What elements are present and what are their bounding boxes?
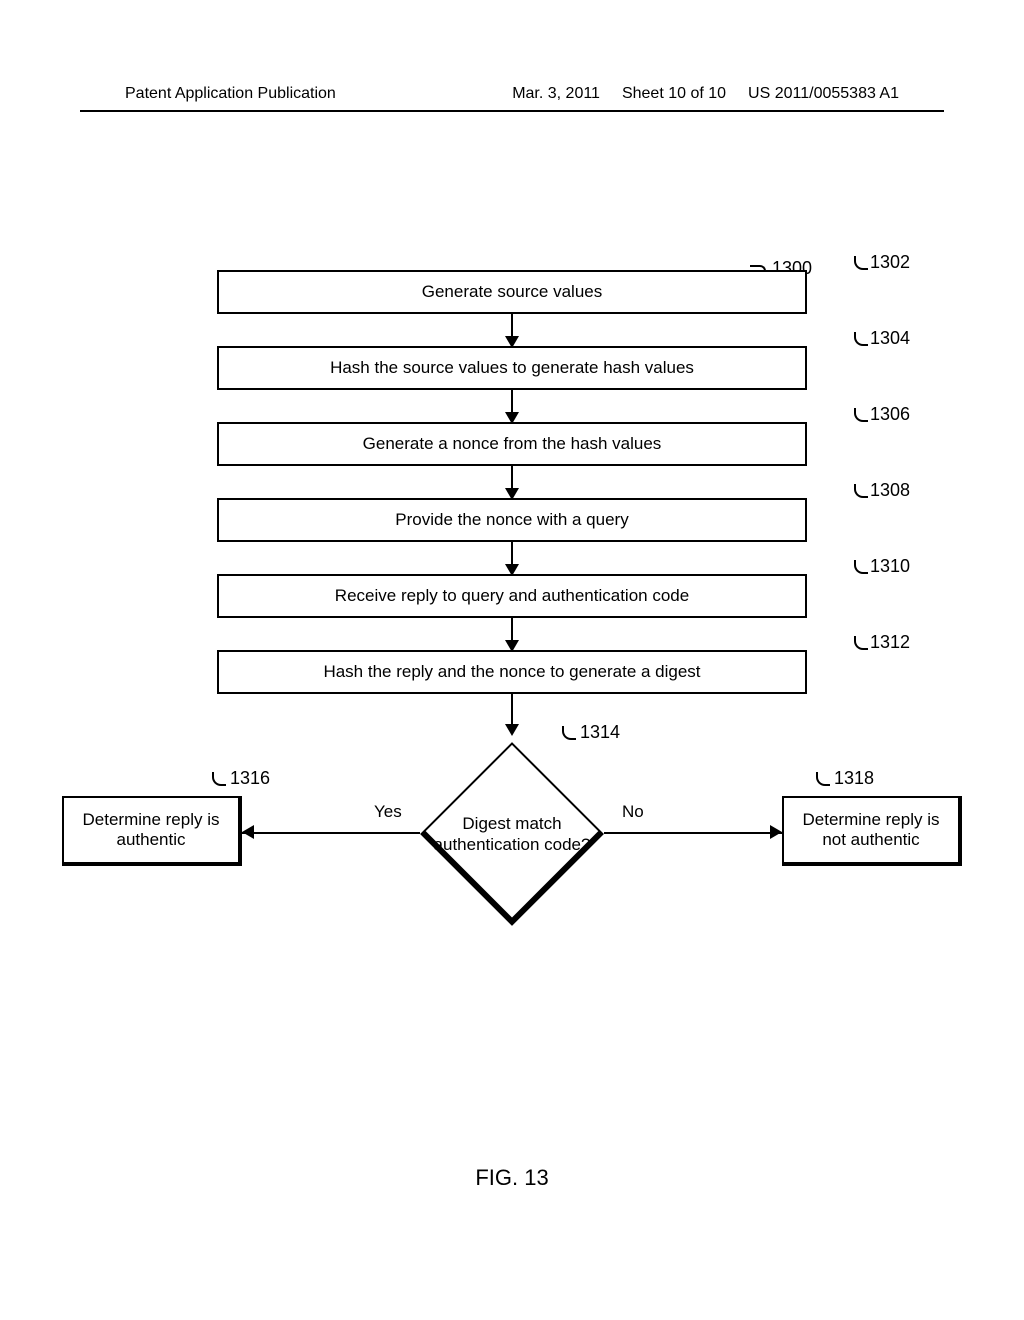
outcome-no: Determine reply is not authentic: [782, 796, 962, 866]
step-text: Receive reply to query and authenticatio…: [217, 574, 807, 618]
outcome-yes: Determine reply is authentic: [62, 796, 242, 866]
reference-1306: 1306: [854, 404, 910, 425]
connector-line: [242, 832, 420, 834]
step-box: Generate a nonce from the hash values 13…: [132, 422, 892, 466]
step-box: Hash the source values to generate hash …: [132, 346, 892, 390]
reference-1312: 1312: [854, 632, 910, 653]
decision-node: 1314 Digest match authentication code? Y…: [62, 734, 962, 934]
header-rule: [80, 110, 944, 112]
reference-1314: 1314: [562, 722, 620, 743]
reference-1308: 1308: [854, 480, 910, 501]
flowchart: 1300 Generate source values 1302 Hash th…: [0, 270, 1024, 934]
step-text: Provide the nonce with a query: [217, 498, 807, 542]
document-number: US 2011/0055383 A1: [748, 85, 899, 103]
reference-1304: 1304: [854, 328, 910, 349]
publication-type: Patent Application Publication: [125, 85, 336, 103]
arrow-right-icon: [770, 825, 782, 839]
page-header: Patent Application Publication Mar. 3, 2…: [0, 85, 1024, 103]
reference-1318: 1318: [816, 768, 874, 789]
reference-1316: 1316: [212, 768, 270, 789]
arrow-down-icon: [511, 390, 513, 422]
figure-label: FIG. 13: [475, 1165, 548, 1191]
arrow-down-icon: [511, 466, 513, 498]
reference-1302: 1302: [854, 252, 910, 273]
step-text: Hash the reply and the nonce to generate…: [217, 650, 807, 694]
publication-date: Mar. 3, 2011: [512, 85, 600, 103]
step-text: Generate source values: [217, 270, 807, 314]
step-box: Provide the nonce with a query 1308: [132, 498, 892, 542]
connector-line: [604, 832, 782, 834]
reference-1310: 1310: [854, 556, 910, 577]
no-label: No: [622, 802, 644, 822]
step-text: Generate a nonce from the hash values: [217, 422, 807, 466]
step-text: Hash the source values to generate hash …: [217, 346, 807, 390]
sheet-number: Sheet 10 of 10: [622, 85, 726, 103]
step-box: Hash the reply and the nonce to generate…: [132, 650, 892, 694]
arrow-down-icon: [511, 542, 513, 574]
step-box: Generate source values 1302: [132, 270, 892, 314]
decision-text: Digest match authentication code?: [427, 813, 597, 856]
yes-label: Yes: [374, 802, 402, 822]
arrow-down-icon: [511, 314, 513, 346]
arrow-down-icon: [511, 694, 513, 734]
step-box: Receive reply to query and authenticatio…: [132, 574, 892, 618]
arrow-down-icon: [511, 618, 513, 650]
arrow-left-icon: [242, 825, 254, 839]
